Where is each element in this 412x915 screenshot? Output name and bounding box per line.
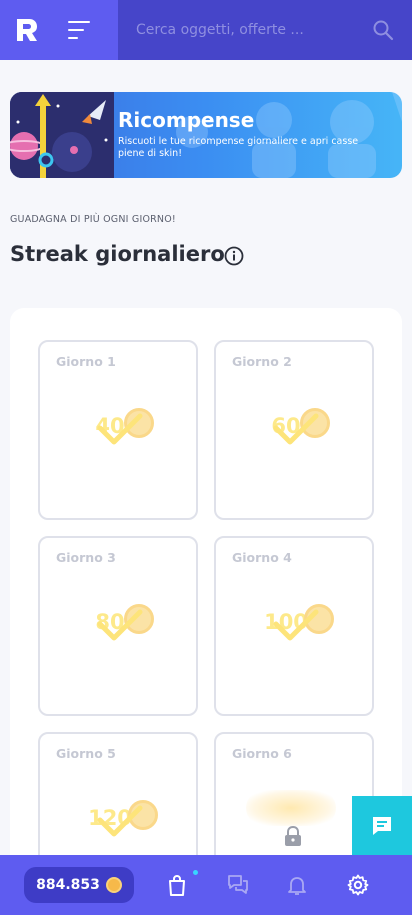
notification-dot bbox=[193, 870, 198, 875]
chat-button[interactable] bbox=[352, 796, 412, 856]
reward: 80 bbox=[40, 602, 196, 646]
day-card-2[interactable]: Giorno 2 60 bbox=[214, 340, 374, 520]
lock-icon bbox=[285, 826, 301, 846]
balance-value: 884.853 bbox=[36, 877, 100, 893]
day-label: Giorno 4 bbox=[232, 550, 292, 565]
shopping-bag-icon[interactable] bbox=[165, 873, 189, 897]
rewards-banner[interactable]: Ricompense Riscuoti le tue ricompense gi… bbox=[10, 92, 402, 178]
day-label: Giorno 2 bbox=[232, 354, 292, 369]
logo-area bbox=[0, 0, 118, 60]
balance-pill[interactable]: 884.853 bbox=[24, 867, 134, 903]
section-kicker: GUADAGNA DI PIÙ OGNI GIORNO! bbox=[10, 214, 176, 225]
check-icon bbox=[97, 609, 143, 641]
search-input[interactable] bbox=[136, 22, 366, 38]
top-bar bbox=[0, 0, 412, 60]
banner-pattern bbox=[176, 92, 402, 178]
menu-line bbox=[68, 21, 90, 23]
menu-line bbox=[68, 37, 78, 39]
bottom-nav: 884.853 bbox=[0, 855, 412, 915]
info-icon[interactable] bbox=[224, 246, 244, 266]
search-bar bbox=[118, 0, 412, 60]
day-card-3[interactable]: Giorno 3 80 bbox=[38, 536, 198, 716]
check-icon bbox=[273, 413, 319, 445]
banner-title: Ricompense bbox=[118, 108, 255, 132]
search-icon[interactable] bbox=[372, 19, 394, 41]
gear-icon[interactable] bbox=[346, 873, 370, 897]
hidden-reward bbox=[246, 790, 336, 826]
reward: 60 bbox=[216, 406, 372, 450]
menu-button[interactable] bbox=[68, 21, 90, 39]
day-label: Giorno 5 bbox=[56, 746, 116, 761]
reward: 40 bbox=[40, 406, 196, 450]
check-icon bbox=[97, 413, 143, 445]
menu-line bbox=[68, 29, 84, 31]
day-card-4[interactable]: Giorno 4 100 bbox=[214, 536, 374, 716]
day-label: Giorno 1 bbox=[56, 354, 116, 369]
reward: 120 bbox=[40, 798, 196, 842]
day-label: Giorno 3 bbox=[56, 550, 116, 565]
logo[interactable] bbox=[14, 17, 40, 43]
streak-card: Giorno 1 40 Giorno 2 60 Giorno 3 80 Gior… bbox=[10, 308, 402, 915]
day-card-1[interactable]: Giorno 1 40 bbox=[38, 340, 198, 520]
chat-icon bbox=[373, 817, 391, 835]
chat-bubbles-icon[interactable] bbox=[226, 873, 250, 897]
rocket-illustration bbox=[10, 92, 114, 178]
coin-icon bbox=[105, 877, 122, 893]
reward: 100 bbox=[216, 602, 372, 646]
check-icon bbox=[273, 609, 319, 641]
check-icon bbox=[97, 805, 143, 837]
banner-subtitle: Riscuoti le tue ricompense giornaliere e… bbox=[118, 136, 359, 159]
day-label: Giorno 6 bbox=[232, 746, 292, 761]
page-title: Streak giornaliero bbox=[10, 242, 225, 266]
bell-icon[interactable] bbox=[285, 873, 309, 897]
